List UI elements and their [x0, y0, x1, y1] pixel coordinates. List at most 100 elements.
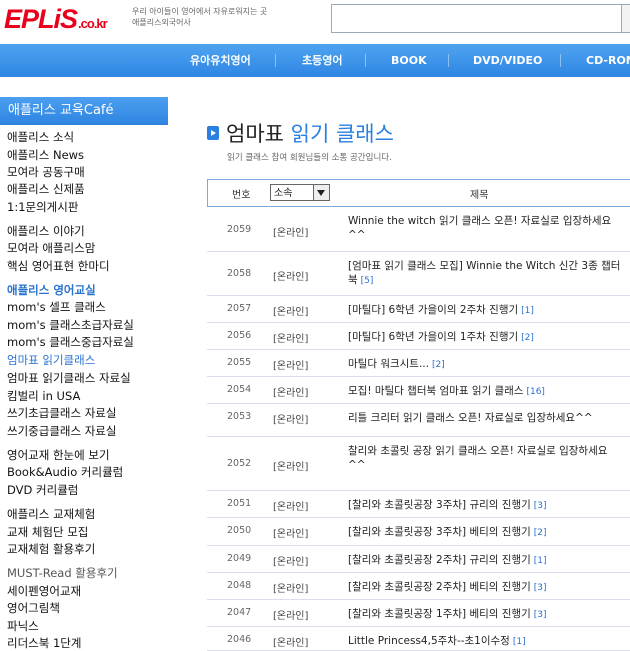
sidebar-item[interactable]: mom's 클래스초급자료실 [7, 317, 134, 333]
sidebar-item[interactable]: 애플리스 소식 [7, 129, 74, 145]
comment-count: [3] [533, 501, 547, 511]
page-title: 엄마표 읽기 클래스 [226, 118, 394, 148]
row-title-link[interactable]: [찰리와 초콜릿공장 1주차] 베티의 진행기 [3] [348, 607, 623, 622]
nav-item-book[interactable]: BOOK [391, 44, 427, 77]
row-number: 2050 [227, 525, 252, 536]
sidebar-item[interactable]: 모여라 애플리스맘 [7, 240, 95, 256]
row-title-link[interactable]: [찰리와 초콜릿공장 3주차] 베티의 진행기 [2] [348, 525, 623, 540]
row-title: [찰리와 초콜릿공장 1주차] 베티의 진행기 [348, 608, 531, 620]
comment-count: [2] [431, 360, 445, 370]
row-title: [찰리와 초콜릿공장 3주차] 규리의 진행기 [348, 499, 531, 511]
sidebar-item[interactable]: 핵심 영어표현 한마디 [7, 258, 110, 274]
table-row[interactable]: 2054 [온라인] 모집! 마틸다 챕터북 엄마표 읽기 클래스 [16] [207, 377, 630, 404]
row-title-link[interactable]: 찰리와 초콜릿 공장 읽기 클래스 오픈! 자료실로 입장하세요^^ [348, 444, 623, 472]
search-input[interactable] [331, 4, 622, 33]
sidebar-item[interactable]: 교재체험 활용후기 [7, 541, 95, 557]
row-title-link[interactable]: [찰리와 초콜릿공장 2주차] 베티의 진행기 [3] [348, 580, 623, 595]
comment-count: [3] [533, 610, 547, 620]
sidebar-item[interactable]: 교재 체험단 모집 [7, 524, 88, 540]
row-title-link[interactable]: [찰리와 초콜릿공장 2주차] 규리의 진행기 [1] [348, 553, 623, 568]
table-row[interactable]: 2055 [온라인] 마틸다 워크시트... [2] [207, 350, 630, 377]
table-row[interactable]: 2058 [온라인] [엄마표 읽기 클래스 모집] Winnie the Witc… [207, 252, 630, 296]
row-category: [온라인] [273, 611, 309, 622]
sidebar-item[interactable]: 엄마표 읽기클래스 자료실 [7, 370, 131, 386]
search-button[interactable] [621, 4, 630, 33]
sidebar-item[interactable]: MUST-Read 활용후기 [7, 565, 118, 581]
row-title-link[interactable]: [마틸다] 6학년 가을이의 2주차 진행기 [1] [348, 303, 623, 318]
row-title-link[interactable]: 모집! 마틸다 챕터북 엄마표 읽기 클래스 [16] [348, 384, 623, 399]
row-number: 2057 [227, 303, 252, 314]
logo-domain: .co.kr [78, 16, 108, 31]
sidebar-item[interactable]: 쓰기중급클래스 자료실 [7, 423, 116, 439]
row-title-link[interactable]: [마틸다] 6학년 가을이의 1주차 진행기 [2] [348, 330, 623, 345]
table-row[interactable]: 2057 [온라인] [마틸다] 6학년 가을이의 2주차 진행기 [1] [207, 296, 630, 323]
row-number: 2052 [227, 458, 252, 469]
sidebar-item[interactable]: mom's 클래스중급자료실 [7, 334, 134, 350]
row-number: 2059 [227, 224, 252, 235]
sidebar-item[interactable]: 영어교재 한눈에 보기 [7, 447, 110, 463]
nav-divider [448, 54, 449, 67]
table-row[interactable]: 2052 [온라인] 찰리와 초콜릿 공장 읽기 클래스 오픈! 자료실로 입장하세… [207, 437, 630, 491]
comment-count: [16] [526, 387, 545, 397]
table-row[interactable]: 2051 [온라인] [찰리와 초콜릿공장 3주차] 규리의 진행기 [3] [207, 491, 630, 518]
sidebar-item[interactable]: 애플리스 이야기 [7, 223, 85, 239]
row-title: Winnie the witch 읽기 클래스 오픈! 자료실로 입장하세요^^ [348, 215, 612, 241]
site-logo[interactable]: EPLiS.co.kr [4, 4, 108, 35]
sidebar-item[interactable]: 파닉스 [7, 618, 39, 634]
nav-item-dvd[interactable]: DVD/VIDEO [473, 44, 542, 77]
sidebar-item[interactable]: 영어그림책 [7, 600, 60, 616]
row-category: [온라인] [273, 462, 309, 473]
sidebar-item[interactable]: 애플리스 News [7, 147, 84, 163]
row-number: 2056 [227, 330, 252, 341]
row-title-link[interactable]: [찰리와 초콜릿공장 3주차] 규리의 진행기 [3] [348, 498, 623, 513]
title-part1: 엄마표 [226, 122, 284, 146]
sidebar-item[interactable]: 애플리스 교재체험 [7, 506, 95, 522]
row-title-link[interactable]: 마틸다 워크시트... [2] [348, 357, 623, 372]
nav-item-cdrom[interactable]: CD-ROM [586, 44, 630, 77]
sidebar-item[interactable]: DVD 커리큘럼 [7, 482, 78, 498]
table-row[interactable]: 2056 [온라인] [마틸다] 6학년 가을이의 1주차 진행기 [2] [207, 323, 630, 350]
title-part2: 읽기 클래스 [290, 122, 394, 146]
sidebar-item[interactable]: 세이펜영어교재 [7, 583, 81, 599]
row-title-link[interactable]: 리틀 크리터 읽기 클래스 오픈! 자료실로 입장하세요^^ [348, 411, 623, 425]
row-title-link[interactable]: Little Princess4,5주차--초1이수정 [1] [348, 634, 623, 649]
comment-count: [2] [521, 333, 534, 343]
sidebar-item[interactable]: 엄마표 읽기클래스 [7, 352, 95, 368]
site-header: EPLiS.co.kr 우리 아이들이 영어에서 자유로워지는 곳 애플리스외국… [0, 0, 630, 44]
table-row[interactable]: 2049 [온라인] [찰리와 초콜릿공장 2주차] 규리의 진행기 [1] [207, 546, 630, 573]
header-num: 번호 [232, 190, 251, 201]
table-row[interactable]: 2047 [온라인] [찰리와 초콜릿공장 1주차] 베티의 진행기 [3] [207, 600, 630, 627]
table-row[interactable]: 2053 [온라인] 리틀 크리터 읽기 클래스 오픈! 자료실로 입장하세요^^ [207, 404, 630, 437]
table-row[interactable]: 2048 [온라인] [찰리와 초콜릿공장 2주차] 베티의 진행기 [3] [207, 573, 630, 600]
header-title: 제목 [470, 190, 489, 201]
row-category: [온라인] [273, 584, 309, 595]
row-category: [온라인] [273, 415, 309, 426]
nav-item-elementary[interactable]: 초등영어 [302, 44, 342, 77]
sidebar-item[interactable]: 모여라 공동구매 [7, 164, 85, 180]
row-number: 2058 [227, 268, 252, 279]
row-number: 2048 [227, 580, 252, 591]
sidebar-item[interactable]: 리더스북 1단계 [7, 635, 81, 651]
table-row[interactable]: 2050 [온라인] [찰리와 초콜릿공장 3주차] 베티의 진행기 [2] [207, 518, 630, 546]
row-category: [온라인] [273, 272, 309, 283]
sidebar-item[interactable]: 애플리스 영어교실 [7, 282, 96, 298]
category-select[interactable]: 소속 [270, 184, 330, 201]
row-title: Little Princess4,5주차--초1이수정 [348, 635, 510, 647]
row-number: 2055 [227, 357, 252, 368]
table-row[interactable]: 2059 [온라인] Winnie the witch 읽기 클래스 오픈! 자료실… [207, 207, 630, 252]
nav-item-kids[interactable]: 유아유치영어 [190, 44, 251, 77]
chevron-down-icon[interactable] [313, 185, 329, 200]
row-title-link[interactable]: Winnie the witch 읽기 클래스 오픈! 자료실로 입장하세요^^ [348, 214, 623, 242]
table-row[interactable]: 2046 [온라인] Little Princess4,5주차--초1이수정 [1] [207, 627, 630, 651]
sidebar-item[interactable]: 애플리스 신제품 [7, 181, 85, 197]
sidebar-item[interactable]: 1:1문의게시판 [7, 199, 78, 215]
row-category: [온라인] [273, 361, 309, 372]
sidebar-title: 애플리스 교육Café [0, 97, 168, 125]
sidebar-item[interactable]: 쓰기초급클래스 자료실 [7, 405, 116, 421]
row-title: 찰리와 초콜릿 공장 읽기 클래스 오픈! 자료실로 입장하세요^^ [348, 445, 608, 471]
table-header: 번호 소속 제목 [207, 179, 630, 207]
sidebar-item[interactable]: 킴벌리 in USA [7, 388, 80, 404]
row-title-link[interactable]: [엄마표 읽기 클래스 모집] Winnie the Witch 신간 3종 챕… [348, 259, 623, 288]
sidebar-item[interactable]: mom's 셀프 클래스 [7, 299, 106, 315]
sidebar-item[interactable]: Book&Audio 커리큘럼 [7, 464, 123, 480]
